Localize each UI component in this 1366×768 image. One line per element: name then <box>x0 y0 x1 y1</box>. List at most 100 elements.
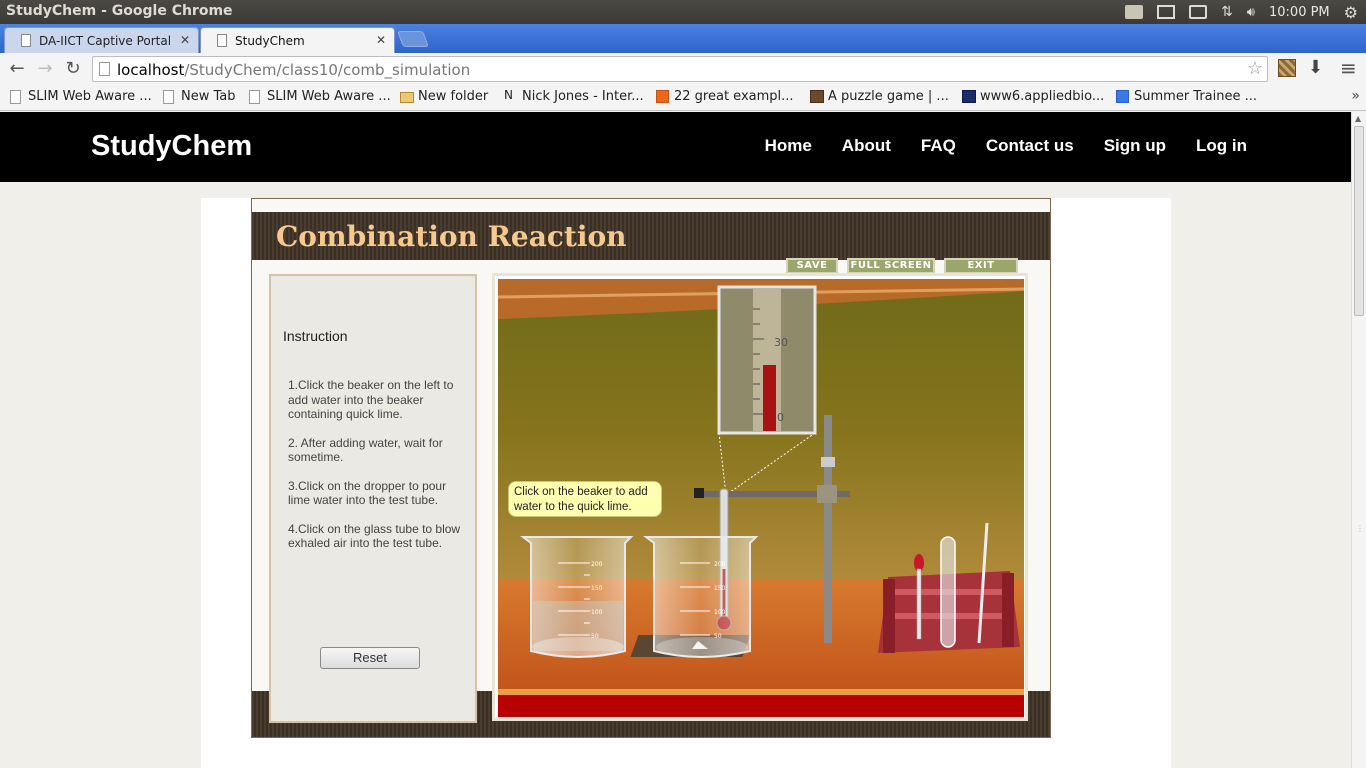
stand-clamp <box>817 485 837 503</box>
nav-about[interactable]: About <box>842 136 891 156</box>
simulation-title-bar: Combination Reaction <box>252 212 1050 260</box>
instruction-panel: Instruction 1.Click the beaker on the le… <box>269 274 477 723</box>
scrollbar-thumb[interactable] <box>1354 126 1364 316</box>
system-tray: ⇅ 🔊︎ 10:00 PM ⚙ <box>1125 0 1358 24</box>
instruction-item: 3.Click on the dropper to pour lime wate… <box>288 478 447 508</box>
test-tube[interactable] <box>940 536 956 648</box>
download-icon[interactable]: ⬇ <box>1308 57 1323 78</box>
site-icon <box>962 90 976 103</box>
instruction-item: 1.Click the beaker on the left to add wa… <box>288 378 454 421</box>
mail-icon[interactable] <box>1157 5 1176 19</box>
scrollbar-grip-icon: ⋮ <box>1356 524 1364 533</box>
beaker-mark: 100 <box>591 609 603 616</box>
back-arrow-icon[interactable]: ← <box>5 58 29 80</box>
bookmark-item[interactable]: www6.appliedbio... <box>962 89 1104 104</box>
nav-login[interactable]: Log in <box>1196 136 1247 156</box>
thermometer-label-30: 30 <box>774 336 788 349</box>
network-icon[interactable]: ⇅ <box>1221 4 1233 20</box>
page-icon <box>163 90 174 104</box>
reload-icon[interactable]: ↻ <box>61 58 85 80</box>
clock[interactable]: 10:00 PM <box>1269 5 1330 20</box>
keyboard-indicator-icon[interactable] <box>1125 5 1144 19</box>
instruction-item: 2. After adding water, wait for sometime… <box>288 435 443 465</box>
window-title: StudyChem - Google Chrome <box>6 3 233 19</box>
gear-icon[interactable]: ⚙ <box>1344 3 1358 22</box>
page-icon <box>217 34 227 47</box>
page-content: StudyChem Home About FAQ Contact us Sign… <box>0 112 1351 768</box>
simulation-frame: Combination Reaction SAVE FULL SCREEN EX… <box>251 198 1051 738</box>
bookmark-item[interactable]: 22 great exampl... <box>656 89 794 104</box>
forward-arrow-icon[interactable]: → <box>33 58 57 80</box>
lab-scene: 30 0 200 150 100 50 200 150 100 50 Click… <box>498 279 1024 717</box>
google-icon <box>1116 90 1129 103</box>
page-scrollbar[interactable]: ▲ ⋮ <box>1351 112 1366 768</box>
stand-clamp-holder <box>821 457 835 467</box>
nav-contact[interactable]: Contact us <box>986 136 1074 156</box>
thermometer-label-0: 0 <box>777 411 784 424</box>
clamp-screw <box>694 488 704 498</box>
menu-icon[interactable]: ≡ <box>1340 56 1357 80</box>
nav-home[interactable]: Home <box>765 136 812 156</box>
tab-captive-portal[interactable]: DA-IICT Captive Portal ✕ <box>4 27 199 53</box>
tab-label: StudyChem <box>235 34 305 48</box>
close-icon[interactable]: ✕ <box>180 33 190 47</box>
quicklime-beaker[interactable]: 200 150 100 50 <box>643 536 759 658</box>
new-tab-button[interactable] <box>397 31 429 47</box>
table-edge <box>498 689 1024 695</box>
water-beaker[interactable]: 200 150 100 50 <box>520 536 634 658</box>
bookmark-item[interactable]: New Tab <box>163 89 236 104</box>
beaker-mark: 150 <box>591 585 603 592</box>
site-header: StudyChem Home About FAQ Contact us Sign… <box>0 112 1351 182</box>
volume-icon[interactable]: 🔊︎ <box>1247 5 1255 20</box>
beaker-mark: 50 <box>714 633 722 640</box>
scroll-up-arrow-icon[interactable]: ▲ <box>1355 114 1361 123</box>
bookmark-folder[interactable]: New folder <box>400 89 488 104</box>
instruction-item: 4.Click on the glass tube to blow exhale… <box>288 521 461 551</box>
address-bar[interactable]: localhost/StudyChem/class10/comb_simulat… <box>92 56 1268 82</box>
beaker-mark: 200 <box>591 561 603 568</box>
nav-signup[interactable]: Sign up <box>1104 136 1166 156</box>
folder-icon <box>400 92 414 103</box>
nav-faq[interactable]: FAQ <box>921 136 956 156</box>
page-icon <box>99 62 110 76</box>
site-icon <box>810 90 824 103</box>
bookmark-item[interactable]: N Nick Jones - Inter... <box>504 88 644 104</box>
site-nav: Home About FAQ Contact us Sign up Log in <box>735 136 1247 156</box>
mercury-column <box>763 365 776 431</box>
exit-button[interactable]: EXIT <box>944 258 1018 274</box>
beaker-mark: 50 <box>591 633 599 640</box>
bookmark-item[interactable]: SLIM Web Aware ... <box>249 89 391 104</box>
tab-label: DA-IICT Captive Portal <box>39 34 172 48</box>
beaker-mark: 100 <box>714 609 726 616</box>
fullscreen-button[interactable]: FULL SCREEN <box>847 258 935 274</box>
hint-tooltip: Click on the beaker to add water to the … <box>508 481 662 517</box>
table-front <box>498 695 1024 717</box>
beaker-mark: 150 <box>714 585 726 592</box>
close-icon[interactable]: ✕ <box>376 33 386 47</box>
instruction-list: 1.Click the beaker on the left to add wa… <box>288 378 470 565</box>
beaker-mark: 200 <box>714 561 726 568</box>
site-brand[interactable]: StudyChem <box>91 130 252 163</box>
reset-button[interactable]: Reset <box>320 647 420 669</box>
page-icon <box>249 90 260 104</box>
bookmark-item[interactable]: Summer Trainee ... <box>1116 89 1257 104</box>
bookmark-item[interactable]: A puzzle game | ... <box>810 89 949 104</box>
os-top-bar: StudyChem - Google Chrome ⇅ 🔊︎ 10:00 PM … <box>0 0 1366 24</box>
bookmark-star-icon[interactable]: ☆ <box>1247 58 1263 79</box>
url-text[interactable]: localhost/StudyChem/class10/comb_simulat… <box>117 61 470 79</box>
bookmarks-bar: SLIM Web Aware ... New Tab SLIM Web Awar… <box>0 85 1366 111</box>
page-icon <box>10 90 21 104</box>
instruction-heading: Instruction <box>283 328 348 344</box>
bookmark-item[interactable]: SLIM Web Aware ... <box>10 89 152 104</box>
page-icon <box>21 34 31 47</box>
stand-rod <box>824 415 832 643</box>
browser-toolbar: ← → ↻ localhost/StudyChem/class10/comb_s… <box>0 53 1366 85</box>
tab-studychem[interactable]: StudyChem ✕ <box>200 27 395 53</box>
save-button[interactable]: SAVE <box>786 258 838 274</box>
simulation-title: Combination Reaction <box>276 220 627 253</box>
site-icon <box>656 90 669 103</box>
extension-icon[interactable] <box>1278 59 1296 77</box>
tab-strip: DA-IICT Captive Portal ✕ StudyChem ✕ <box>0 24 1366 53</box>
battery-icon[interactable] <box>1189 5 1208 19</box>
more-bookmarks-icon[interactable]: » <box>1351 88 1360 104</box>
